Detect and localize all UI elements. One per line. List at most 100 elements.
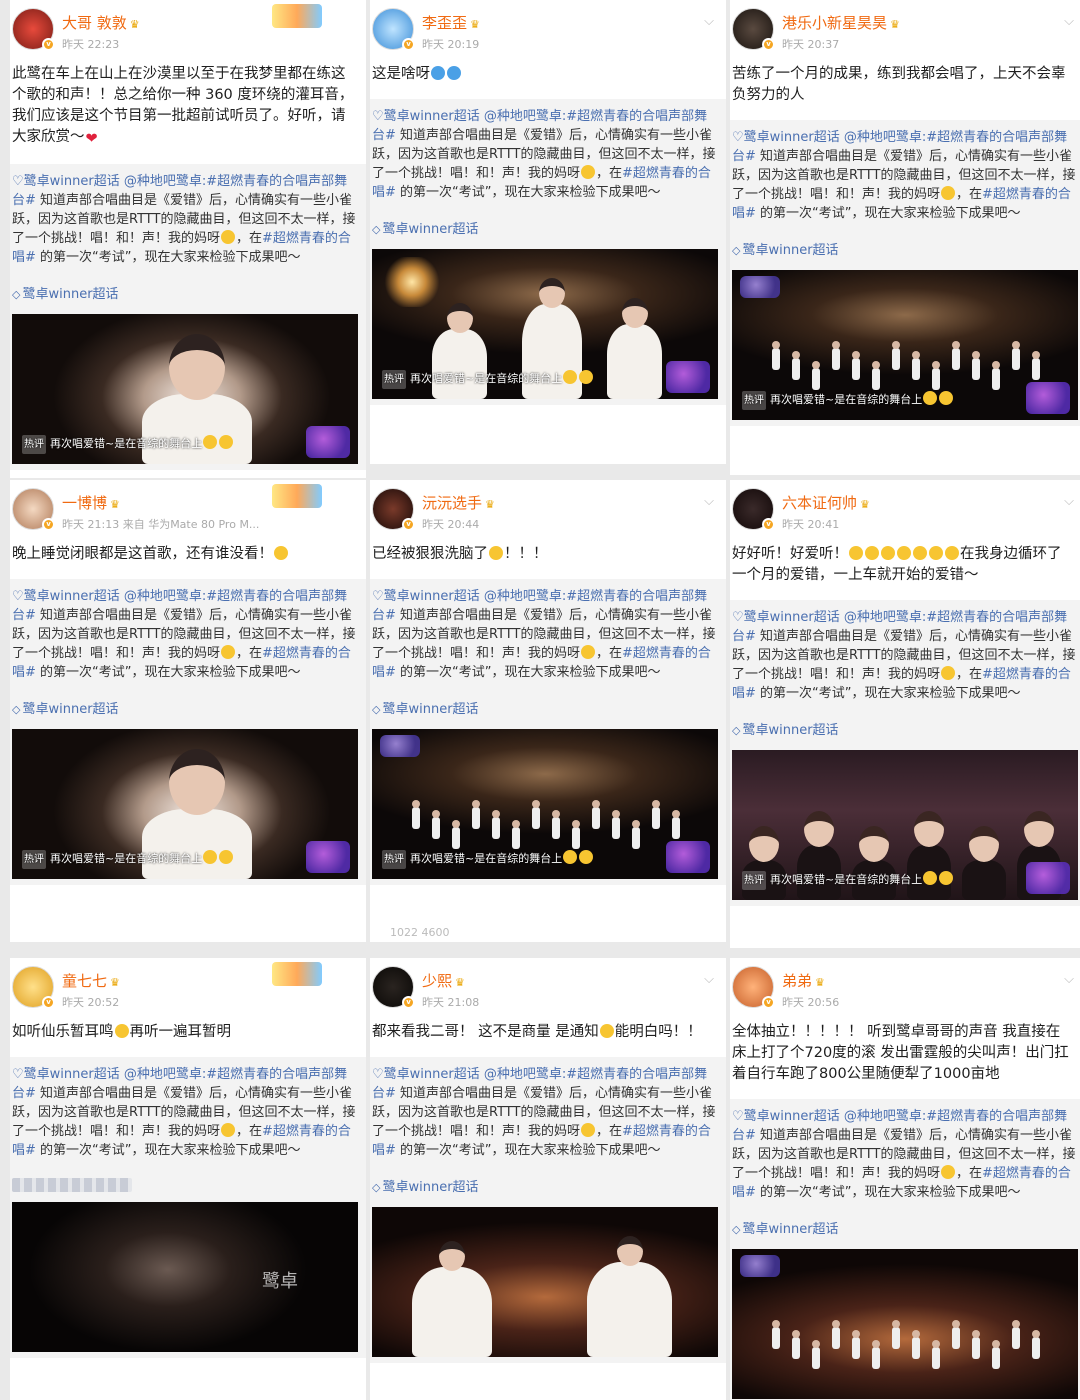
post-header: v 童七七 ♛ 昨天 20:52: [10, 958, 366, 1018]
username[interactable]: 童七七 ♛: [62, 970, 120, 991]
chevron-down-icon[interactable]: ⌵: [1064, 972, 1074, 987]
username-text[interactable]: 大哥 敦敦: [62, 14, 127, 32]
post-header: v 港乐小新星昊昊 ♛ 昨天 20:37 ⌵: [730, 0, 1080, 60]
video-player[interactable]: 热评 再次唱爱错~是在音综的舞台上: [372, 729, 718, 879]
topic-link[interactable]: 鹭卓winner超话: [372, 1178, 718, 1197]
post-meta: 昨天 20:44: [422, 518, 480, 531]
grin-emoji-icon: [489, 546, 503, 560]
username-text[interactable]: 李歪歪: [422, 14, 467, 32]
chevron-down-icon[interactable]: ⌵: [704, 972, 714, 987]
supertopic-link[interactable]: ♡鹭卓winner超话: [12, 174, 120, 189]
username[interactable]: 少熙 ♛: [422, 970, 465, 991]
supertopic-link[interactable]: ♡鹭卓winner超话: [12, 1067, 120, 1082]
reposted-content[interactable]: ♡鹭卓winner超话 @种地吧鹭卓:#超燃青春的合唱声部舞台# 知道声部合唱曲…: [10, 579, 366, 885]
reposted-content[interactable]: ♡鹭卓winner超话 @种地吧鹭卓:#超燃青春的合唱声部舞台# 知道声部合唱曲…: [730, 1099, 1080, 1400]
chevron-down-icon[interactable]: ⌵: [1064, 494, 1074, 509]
mention-link[interactable]: @种地吧鹭卓: [120, 174, 202, 189]
topic-link[interactable]: 鹭卓winner超话: [732, 1220, 1078, 1239]
supertopic-link[interactable]: ♡鹭卓winner超话: [372, 1067, 480, 1082]
repost-text: ♡鹭卓winner超话 @种地吧鹭卓:#超燃青春的合唱声部舞台# 知道声部合唱曲…: [732, 1107, 1078, 1202]
chevron-down-icon[interactable]: ⌵: [704, 14, 714, 29]
repost-tail-post: 的第一次“考试”，现在大家来检验下成果吧～: [35, 250, 301, 265]
reposted-content[interactable]: ♡鹭卓winner超话 @种地吧鹭卓:#超燃青春的合唱声部舞台# 知道声部合唱曲…: [10, 164, 366, 470]
supertopic-link[interactable]: ♡鹭卓winner超话: [12, 589, 120, 604]
emoji-icon: [579, 370, 594, 384]
mention-link[interactable]: @种地吧鹭卓: [840, 130, 922, 145]
username-text[interactable]: 港乐小新星昊昊: [782, 14, 887, 32]
supertopic-link[interactable]: ♡鹭卓winner超话: [732, 1109, 840, 1124]
username-text[interactable]: 弟弟: [782, 972, 812, 990]
mention-link[interactable]: @种地吧鹭卓: [840, 610, 922, 625]
verified-badge-icon: v: [42, 518, 55, 531]
performer-head: [446, 303, 473, 333]
video-frame: [12, 1202, 358, 1352]
video-player[interactable]: 鹭卓: [12, 1202, 358, 1352]
supertopic-link[interactable]: ♡鹭卓winner超话: [372, 109, 480, 124]
mention-link[interactable]: @种地吧鹭卓: [480, 109, 562, 124]
choir-member: [632, 820, 640, 849]
reposted-content[interactable]: ♡鹭卓winner超话 @种地吧鹭卓:#超燃青春的合唱声部舞台# 知道声部合唱曲…: [730, 600, 1080, 906]
topic-link[interactable]: 鹭卓winner超话: [732, 721, 1078, 740]
username[interactable]: 沅沅选手 ♛: [422, 492, 495, 513]
topic-link[interactable]: 鹭卓winner超话: [732, 241, 1078, 260]
verified-badge-icon: v: [762, 38, 775, 51]
reposted-content[interactable]: ♡鹭卓winner超话 @种地吧鹭卓:#超燃青春的合唱声部舞台# 知道声部合唱曲…: [730, 120, 1080, 426]
emoji-icon: [219, 850, 234, 864]
username[interactable]: 一博博 ♛: [62, 492, 120, 513]
reposted-content[interactable]: ♡鹭卓winner超话 @种地吧鹭卓:#超燃青春的合唱声部舞台# 知道声部合唱曲…: [370, 99, 726, 405]
username[interactable]: 港乐小新星昊昊 ♛: [782, 12, 900, 33]
verified-badge-icon: v: [402, 38, 415, 51]
video-player[interactable]: 热评 再次唱爱错~是在音综的舞台上: [12, 314, 358, 464]
repost-text: ♡鹭卓winner超话 @种地吧鹭卓:#超燃青春的合唱声部舞台# 知道声部合唱曲…: [732, 128, 1078, 223]
username-text[interactable]: 六本证何帅: [782, 494, 857, 512]
mention-link[interactable]: @种地吧鹭卓: [120, 1067, 202, 1082]
reposted-content[interactable]: ♡鹭卓winner超话 @种地吧鹭卓:#超燃青春的合唱声部舞台# 知道声部合唱曲…: [10, 1057, 366, 1358]
username-text[interactable]: 一博博: [62, 494, 107, 512]
topic-link[interactable]: 鹭卓winner超话: [372, 700, 718, 719]
vip-crown-icon: ♛: [110, 498, 120, 511]
mention-link[interactable]: @种地吧鹭卓: [840, 1109, 922, 1124]
laugh-emoji-icon: [221, 230, 236, 244]
topic-link[interactable]: 鹭卓winner超话: [12, 700, 358, 719]
show-logo-corner: [740, 276, 780, 298]
supertopic-link[interactable]: ♡鹭卓winner超话: [732, 610, 840, 625]
video-player[interactable]: [372, 1207, 718, 1357]
choir-member: [592, 800, 600, 829]
repost-tail-pre: ，在: [596, 166, 623, 181]
username-text[interactable]: 少熙: [422, 972, 452, 990]
video-player[interactable]: 热评 再次唱爱错~是在音综的舞台上: [732, 750, 1078, 900]
show-logo: [666, 841, 710, 873]
mention-link[interactable]: @种地吧鹭卓: [480, 589, 562, 604]
post-header: v 李歪歪 ♛ 昨天 20:19 ⌵: [370, 0, 726, 60]
username[interactable]: 李歪歪 ♛: [422, 12, 480, 33]
repost-tail-pre: ，在: [956, 187, 983, 202]
choir-member: [532, 800, 540, 829]
video-player[interactable]: [732, 1249, 1078, 1399]
mention-link[interactable]: @种地吧鹭卓: [480, 1067, 562, 1082]
chevron-down-icon[interactable]: ⌵: [704, 494, 714, 509]
show-logo: [1026, 382, 1070, 414]
post-header: v 一博博 ♛ 昨天 21:13 来自 华为Mate 80 Pro M...: [10, 480, 366, 540]
video-caption-text: 再次唱爱错~是在音综的舞台上: [770, 393, 923, 406]
username[interactable]: 大哥 敦敦 ♛: [62, 12, 140, 33]
username-text[interactable]: 童七七: [62, 972, 107, 990]
username[interactable]: 弟弟 ♛: [782, 970, 825, 991]
reposted-content[interactable]: ♡鹭卓winner超话 @种地吧鹭卓:#超燃青春的合唱声部舞台# 知道声部合唱曲…: [370, 579, 726, 885]
choir-member: [972, 1330, 980, 1359]
topic-link[interactable]: 鹭卓winner超话: [12, 285, 358, 304]
username[interactable]: 六本证何帅 ♛: [782, 492, 870, 513]
reposted-content[interactable]: ♡鹭卓winner超话 @种地吧鹭卓:#超燃青春的合唱声部舞台# 知道声部合唱曲…: [370, 1057, 726, 1363]
mention-link[interactable]: @种地吧鹭卓: [120, 589, 202, 604]
post-header: v 弟弟 ♛ 昨天 20:56 ⌵: [730, 958, 1080, 1018]
topic-link[interactable]: 鹭卓winner超话: [372, 220, 718, 239]
username-text[interactable]: 沅沅选手: [422, 494, 482, 512]
post-text-main: 已经被狠狠洗脑了: [372, 546, 488, 562]
chevron-down-icon[interactable]: ⌵: [1064, 14, 1074, 29]
performer-head: [749, 826, 779, 862]
video-player[interactable]: 热评 再次唱爱错~是在音综的舞台上: [12, 729, 358, 879]
supertopic-link[interactable]: ♡鹭卓winner超话: [732, 130, 840, 145]
video-player[interactable]: 热评 再次唱爱错~是在音综的舞台上: [732, 270, 1078, 420]
video-player[interactable]: 热评 再次唱爱错~是在音综的舞台上: [372, 249, 718, 399]
topic-link-blurred[interactable]: [12, 1178, 132, 1192]
supertopic-link[interactable]: ♡鹭卓winner超话: [372, 589, 480, 604]
